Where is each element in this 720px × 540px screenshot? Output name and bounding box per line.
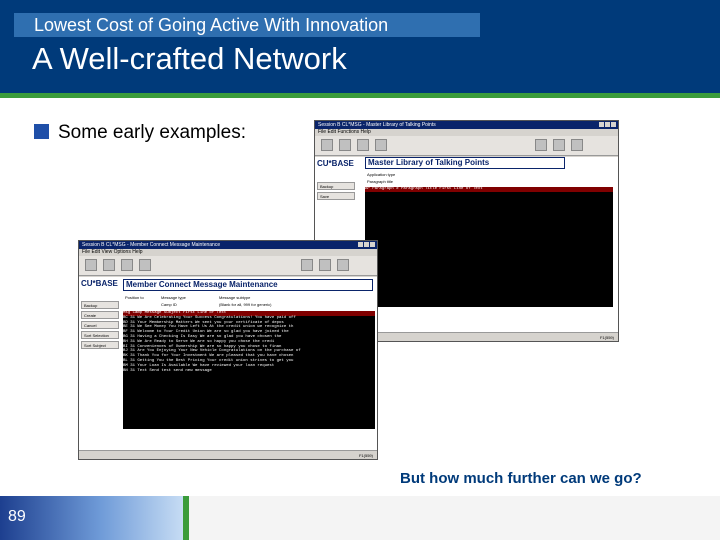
table-row: BN 31 Text Send test send new message [123,368,212,373]
slide-header: Lowest Cost of Going Active With Innovat… [0,0,720,93]
toolbar-button-icon [553,139,565,151]
minimize-icon [358,242,363,247]
slide: Lowest Cost of Going Active With Innovat… [0,0,720,540]
app-logo: CU*BASE [81,279,118,288]
toolbar-button-icon [535,139,547,151]
slide-title: A Well-crafted Network [32,41,347,76]
toolbar-button-icon [103,259,115,271]
close-icon [611,122,616,127]
window-menubar: File Edit View Options Help [82,249,143,255]
label-message-type: Message type [161,295,186,300]
camp-hint: (Blank for all, 999 for generic) [219,302,272,307]
label-message-subtype: Message subtype [219,295,251,300]
closing-question: But how much further can we go? [400,470,642,487]
label-app-type: Application type [367,172,396,177]
status-bar: F1(559) [79,450,377,459]
window-controls [358,242,375,247]
window-titlebar: Session B CL*MSG - Master Library of Tal… [315,121,618,129]
side-button-backup: Backup [317,182,355,190]
window-controls [599,122,616,127]
window-body: CU*BASE Member Connect Message Maintenan… [79,277,377,450]
toolbar-button-icon [571,139,583,151]
toolbar-button-icon [337,259,349,271]
window-toolbar [315,136,618,156]
toolbar-button-icon [121,259,133,271]
slide-footer: 89 [0,496,720,540]
toolbar-button-icon [319,259,331,271]
window-title: Session B CL*MSG - Member Connect Messag… [82,242,221,248]
side-button-save: Save [317,192,355,200]
toolbar-button-icon [357,139,369,151]
header-divider [0,93,720,98]
page-number: 89 [8,508,26,525]
label-camp-id: Camp ID [161,302,177,307]
bullet-text: Some early examples: [58,122,246,143]
label-para-title: Paragraph title [367,179,394,184]
side-button-sort-selection: Sort Selection [81,331,119,339]
window-titlebar: Session B CL*MSG - Member Connect Messag… [79,241,377,249]
side-button-backup: Backup [81,301,119,309]
side-button-cancel: Cancel [81,321,119,329]
maximize-icon [364,242,369,247]
footer-bar [189,496,720,540]
bullet-square-icon [34,124,49,139]
window-menubar: File Edit Functions Help [318,129,371,135]
slide-subtitle: Lowest Cost of Going Active With Innovat… [14,13,480,37]
app-logo: CU*BASE [317,159,354,168]
grid-header: AP Paragraph # Paragraph Title First Lin… [365,187,613,192]
toolbar-button-icon [139,259,151,271]
panel-title: Member Connect Message Maintenance [123,279,373,291]
window-toolbar [79,256,377,276]
toolbar-button-icon [301,259,313,271]
side-button-create: Create [81,311,119,319]
toolbar-button-icon [375,139,387,151]
screenshot-message-maintenance: Session B CL*MSG - Member Connect Messag… [78,240,378,460]
side-button-sort-subject: Sort Subject [81,341,119,349]
toolbar-button-icon [321,139,333,151]
toolbar-button-icon [339,139,351,151]
maximize-icon [605,122,610,127]
label-position: Position to [125,295,144,300]
message-grid: Msg Camp Message Subject First Line of T… [123,311,375,429]
minimize-icon [599,122,604,127]
footer-gradient-bar: 89 [0,496,183,540]
toolbar-button-icon [85,259,97,271]
talking-points-grid: AP Paragraph # Paragraph Title First Lin… [365,187,613,307]
window-title: Session B CL*MSG - Master Library of Tal… [318,122,436,128]
panel-title: Master Library of Talking Points [365,157,565,169]
close-icon [370,242,375,247]
